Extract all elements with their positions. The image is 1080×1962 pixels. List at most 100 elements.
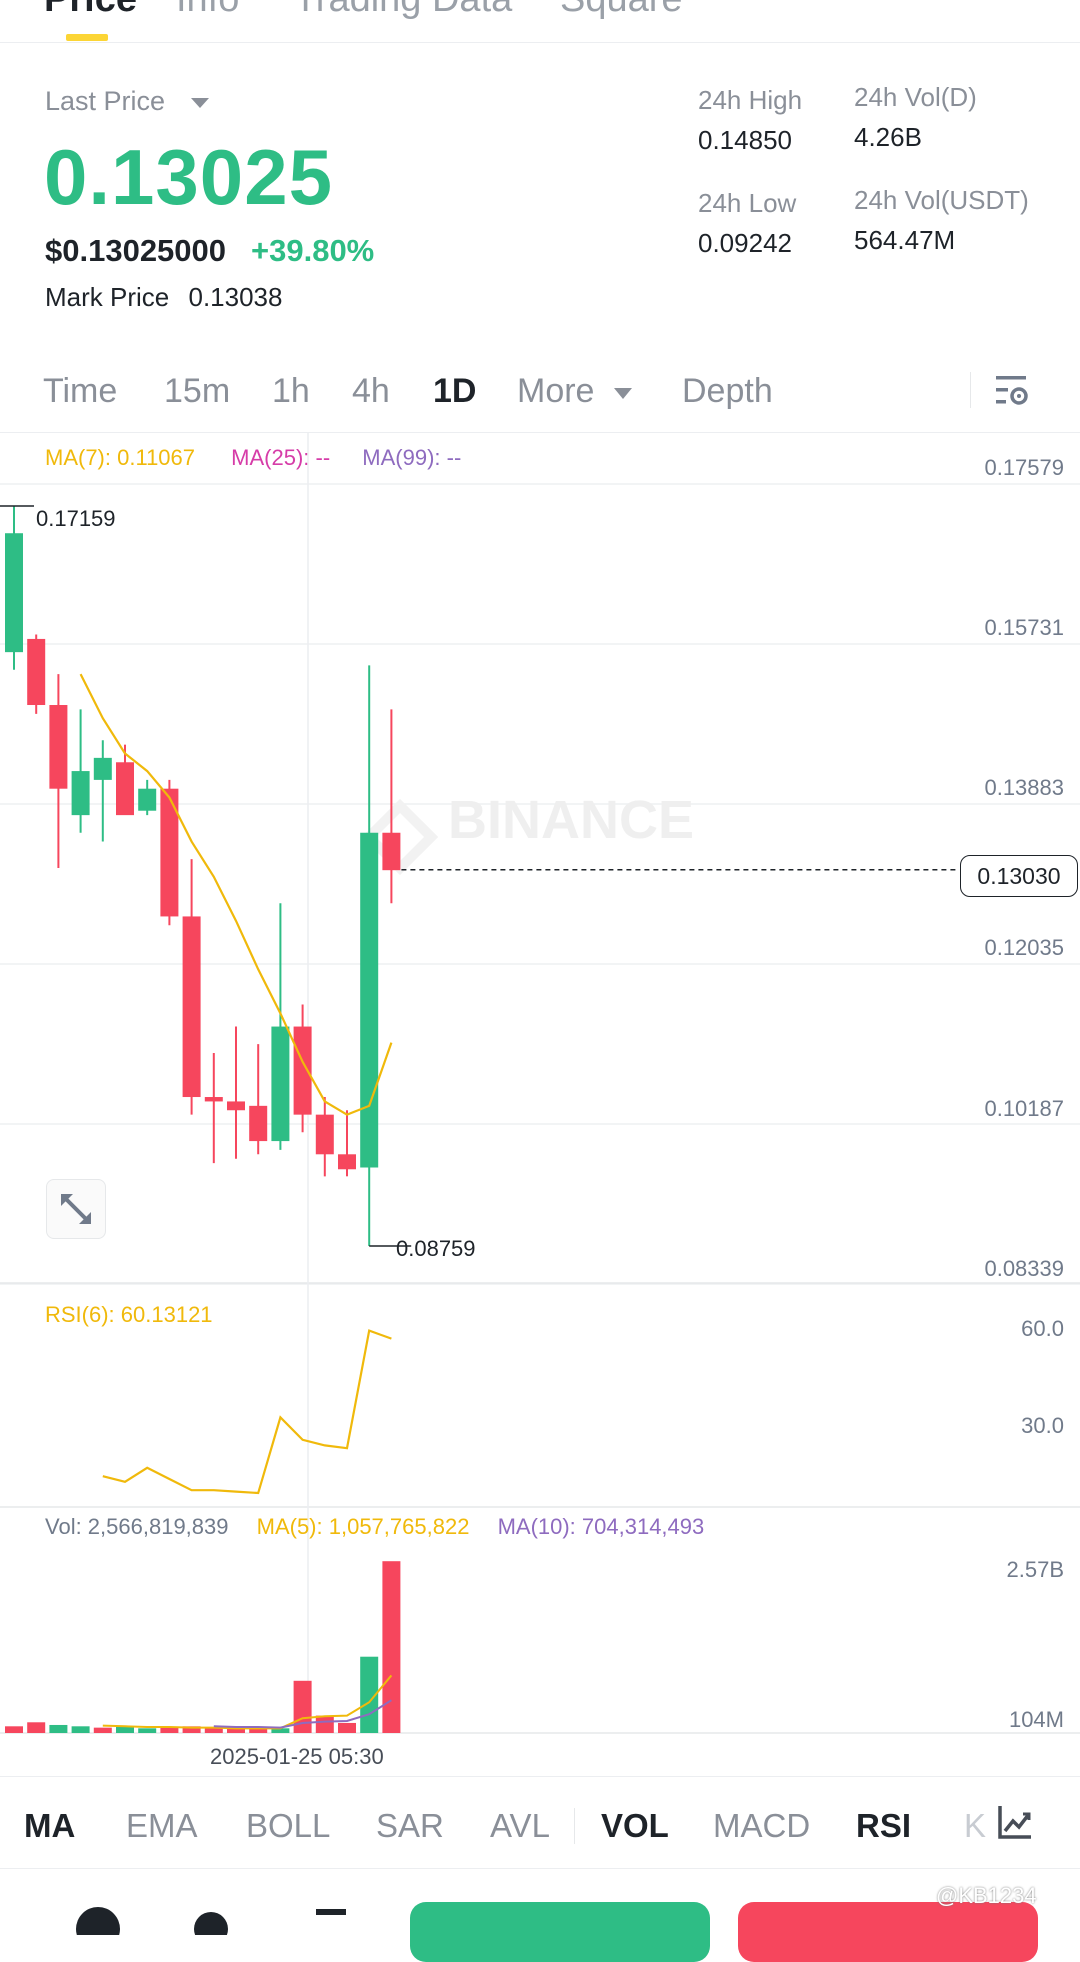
indicator-tab-k[interactable]: K <box>964 1807 986 1845</box>
vol-usdt-value: 564.47M <box>854 225 956 255</box>
mark-price-label: Mark Price <box>45 282 170 312</box>
tf-1d[interactable]: 1D <box>433 372 476 411</box>
divider <box>574 1808 575 1844</box>
price-axis-label: 0.15731 <box>984 615 1064 640</box>
price-axis-label: 0.17579 <box>984 455 1064 480</box>
volume-bar <box>49 1724 68 1733</box>
tf-depth[interactable]: Depth <box>682 372 773 411</box>
vol-axis-label: 2.57B <box>1006 1557 1065 1582</box>
indicator-tab-macd[interactable]: MACD <box>713 1807 810 1845</box>
fullscreen-button[interactable] <box>46 1179 106 1239</box>
candle-body <box>27 638 46 706</box>
volume-bar <box>93 1727 112 1733</box>
indicator-tab-boll[interactable]: BOLL <box>246 1807 330 1845</box>
expand-icon <box>61 1194 91 1224</box>
high-marker-label: 0.17159 <box>36 506 116 531</box>
binance-watermark: BINANCE <box>361 790 694 876</box>
tf-15m[interactable]: 15m <box>164 372 230 411</box>
price-axis-label: 0.12035 <box>984 935 1064 960</box>
caret-down-icon <box>190 97 209 108</box>
watermark-text: BINANCE <box>448 790 694 850</box>
candle-body <box>49 705 68 789</box>
nav-icon <box>76 1907 120 1935</box>
vol-usdt-label: 24h Vol(USDT) <box>854 185 1029 215</box>
price-axis-label: 0.08339 <box>984 1256 1064 1281</box>
change-percent: +39.80% <box>251 233 375 268</box>
indicator-tab-vol[interactable]: VOL <box>601 1807 669 1845</box>
candle-body <box>249 1105 268 1142</box>
indicator-tab-ema[interactable]: EMA <box>126 1807 198 1845</box>
current-price-tag: 0.13030 <box>960 855 1078 897</box>
vol-ma10-label: MA(10): 704,314,493 <box>497 1514 705 1539</box>
divider <box>0 1776 1080 1777</box>
vol-ma5-label: MA(5): 1,057,765,822 <box>256 1514 470 1539</box>
last-price-label: Last Price <box>45 86 166 116</box>
indicator-settings-icon[interactable] <box>996 1804 1034 1842</box>
divider <box>0 42 1080 43</box>
candle-body <box>271 1026 290 1142</box>
vol-d-label: 24h Vol(D) <box>854 82 977 112</box>
price-axis-label: 0.10187 <box>984 1096 1064 1121</box>
tf-more-label: More <box>517 372 595 410</box>
sell-button[interactable] <box>738 1902 1038 1962</box>
tf-4h[interactable]: 4h <box>352 372 390 411</box>
high-label: 24h High <box>698 85 803 115</box>
candle-body <box>116 762 134 816</box>
indicator-tab-avl[interactable]: AVL <box>490 1807 550 1845</box>
buy-button[interactable] <box>410 1902 710 1962</box>
vol-legend: Vol: 2,566,819,839 MA(5): 1,057,765,822 … <box>45 1514 704 1540</box>
tab-trading-data[interactable]: Trading Data <box>294 0 512 21</box>
candle-body <box>227 1101 245 1111</box>
volume-bar <box>5 1726 23 1733</box>
last-price-selector[interactable]: Last Price <box>45 86 209 117</box>
candle-body <box>71 771 90 816</box>
candle-body <box>204 1097 223 1102</box>
price-axis-label: 0.13883 <box>984 775 1064 800</box>
volume-bar <box>315 1715 334 1733</box>
divider <box>0 1868 1080 1869</box>
candle-body <box>5 533 23 653</box>
indicator-tab-sar[interactable]: SAR <box>376 1807 444 1845</box>
candle-body <box>338 1154 356 1170</box>
high-value: 0.14850 <box>698 125 792 155</box>
kline-chart[interactable]: BINANCE <box>0 432 1080 1772</box>
vol-axis-label: 104M <box>1008 1707 1064 1732</box>
vol-d-value: 4.26B <box>854 122 922 152</box>
tf-more[interactable]: More <box>517 372 632 411</box>
tf-time[interactable]: Time <box>43 372 117 411</box>
rsi-axis-label: 60.0 <box>1021 1316 1064 1341</box>
volume-bar <box>71 1726 90 1733</box>
active-tab-indicator <box>66 34 108 41</box>
candle-body <box>138 788 157 811</box>
volume-bar <box>338 1722 356 1733</box>
candle-body <box>382 832 401 871</box>
chart-settings-icon[interactable] <box>994 372 1032 410</box>
candle-body <box>293 1026 312 1115</box>
tab-square[interactable]: Square <box>560 0 683 21</box>
volume-bar <box>27 1722 46 1733</box>
tf-1h[interactable]: 1h <box>272 372 310 411</box>
rsi-legend: RSI(6): 60.13121 <box>45 1302 213 1327</box>
user-watermark: @KB1234 <box>936 1883 1037 1908</box>
last-price-value: 0.13025 <box>44 133 333 221</box>
indicator-tab-ma[interactable]: MA <box>24 1807 75 1845</box>
rsi-axis-label: 30.0 <box>1021 1413 1064 1438</box>
bottom-nav-icons[interactable] <box>70 1905 350 1935</box>
candle-body <box>182 916 201 1098</box>
nav-icon <box>194 1912 228 1935</box>
volume-bar <box>138 1728 157 1733</box>
vol-label: Vol: 2,566,819,839 <box>45 1514 229 1539</box>
low-label: 24h Low <box>698 188 797 218</box>
tab-info[interactable]: Info <box>176 0 239 21</box>
divider <box>970 372 971 408</box>
volume-bar <box>382 1561 401 1733</box>
tab-price[interactable]: Price <box>44 0 137 21</box>
caret-down-icon <box>613 387 632 399</box>
indicator-tab-rsi[interactable]: RSI <box>856 1807 911 1845</box>
mark-price-row: Mark Price 0.13038 <box>45 282 282 313</box>
candle-body <box>93 757 112 780</box>
low-value: 0.09242 <box>698 228 792 258</box>
candle-body <box>360 832 379 1168</box>
usd-price: $0.13025000 <box>45 233 227 268</box>
rsi-line <box>102 1329 392 1495</box>
